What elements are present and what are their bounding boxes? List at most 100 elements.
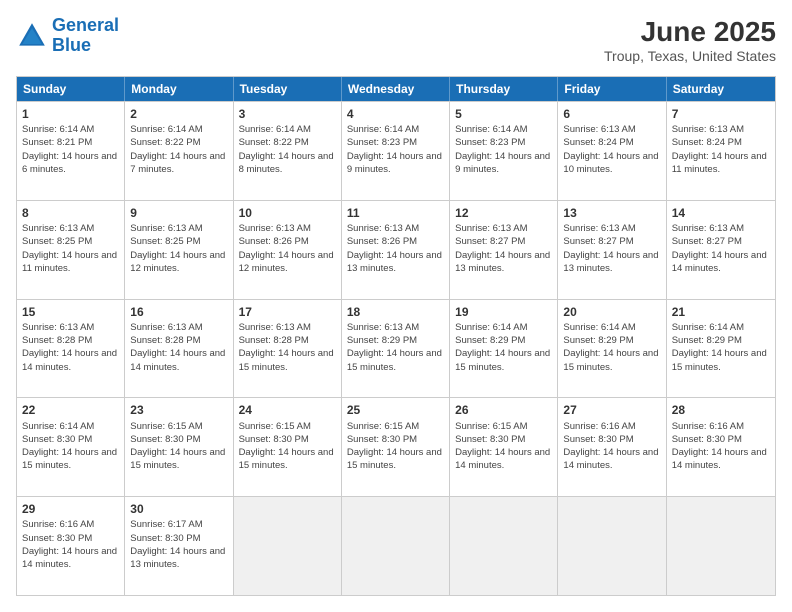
day-number: 25 xyxy=(347,402,444,418)
cal-cell: 27 Sunrise: 6:16 AMSunset: 8:30 PMDayligh… xyxy=(558,398,666,496)
day-number: 17 xyxy=(239,304,336,320)
day-number: 10 xyxy=(239,205,336,221)
day-info: Sunrise: 6:13 AMSunset: 8:24 PMDaylight:… xyxy=(672,123,770,176)
header-thursday: Thursday xyxy=(450,77,558,101)
day-info: Sunrise: 6:16 AMSunset: 8:30 PMDaylight:… xyxy=(563,420,660,473)
logo-icon xyxy=(16,20,48,52)
day-info: Sunrise: 6:13 AMSunset: 8:24 PMDaylight:… xyxy=(563,123,660,176)
day-info: Sunrise: 6:14 AMSunset: 8:21 PMDaylight:… xyxy=(22,123,119,176)
logo-line2: Blue xyxy=(52,35,91,55)
title-block: June 2025 Troup, Texas, United States xyxy=(604,16,776,64)
day-info: Sunrise: 6:15 AMSunset: 8:30 PMDaylight:… xyxy=(347,420,444,473)
day-info: Sunrise: 6:14 AMSunset: 8:23 PMDaylight:… xyxy=(347,123,444,176)
cal-cell: 5Sunrise: 6:14 AMSunset: 8:23 PMDaylight… xyxy=(450,102,558,200)
cal-cell: 6Sunrise: 6:13 AMSunset: 8:24 PMDaylight… xyxy=(558,102,666,200)
page: General Blue June 2025 Troup, Texas, Uni… xyxy=(0,0,792,612)
day-info: Sunrise: 6:15 AMSunset: 8:30 PMDaylight:… xyxy=(239,420,336,473)
day-number: 15 xyxy=(22,304,119,320)
day-number: 26 xyxy=(455,402,552,418)
cal-cell: 11Sunrise: 6:13 AMSunset: 8:26 PMDayligh… xyxy=(342,201,450,299)
day-number: 12 xyxy=(455,205,552,221)
day-number: 1 xyxy=(22,106,119,122)
day-number: 9 xyxy=(130,205,227,221)
day-info: Sunrise: 6:13 AMSunset: 8:27 PMDaylight:… xyxy=(672,222,770,275)
cal-cell: 8Sunrise: 6:13 AMSunset: 8:25 PMDaylight… xyxy=(17,201,125,299)
cal-cell: 29Sunrise: 6:16 AMSunset: 8:30 PMDayligh… xyxy=(17,497,125,595)
day-info: Sunrise: 6:13 AMSunset: 8:25 PMDaylight:… xyxy=(130,222,227,275)
cal-cell xyxy=(234,497,342,595)
day-info: Sunrise: 6:13 AMSunset: 8:28 PMDaylight:… xyxy=(239,321,336,374)
day-number: 16 xyxy=(130,304,227,320)
day-number: 28 xyxy=(672,402,770,418)
cal-cell xyxy=(558,497,666,595)
day-info: Sunrise: 6:15 AMSunset: 8:30 PMDaylight:… xyxy=(455,420,552,473)
cal-cell: 16Sunrise: 6:13 AMSunset: 8:28 PMDayligh… xyxy=(125,300,233,398)
cal-row-4: 22Sunrise: 6:14 AMSunset: 8:30 PMDayligh… xyxy=(17,397,775,496)
cal-cell: 20Sunrise: 6:14 AMSunset: 8:29 PMDayligh… xyxy=(558,300,666,398)
calendar-body: 1Sunrise: 6:14 AMSunset: 8:21 PMDaylight… xyxy=(17,101,775,595)
logo: General Blue xyxy=(16,16,119,56)
cal-row-2: 8Sunrise: 6:13 AMSunset: 8:25 PMDaylight… xyxy=(17,200,775,299)
day-info: Sunrise: 6:13 AMSunset: 8:28 PMDaylight:… xyxy=(130,321,227,374)
day-info: Sunrise: 6:13 AMSunset: 8:26 PMDaylight:… xyxy=(347,222,444,275)
day-number: 6 xyxy=(563,106,660,122)
day-info: Sunrise: 6:16 AMSunset: 8:30 PMDaylight:… xyxy=(22,518,119,571)
header-friday: Friday xyxy=(558,77,666,101)
cal-cell: 14Sunrise: 6:13 AMSunset: 8:27 PMDayligh… xyxy=(667,201,775,299)
day-info: Sunrise: 6:14 AMSunset: 8:22 PMDaylight:… xyxy=(130,123,227,176)
day-info: Sunrise: 6:14 AMSunset: 8:29 PMDaylight:… xyxy=(455,321,552,374)
logo-text: General Blue xyxy=(52,16,119,56)
cal-cell: 26 Sunrise: 6:15 AMSunset: 8:30 PMDayligh… xyxy=(450,398,558,496)
day-number: 22 xyxy=(22,402,119,418)
day-number: 20 xyxy=(563,304,660,320)
cal-row-1: 1Sunrise: 6:14 AMSunset: 8:21 PMDaylight… xyxy=(17,101,775,200)
day-number: 14 xyxy=(672,205,770,221)
cal-cell: 13Sunrise: 6:13 AMSunset: 8:27 PMDayligh… xyxy=(558,201,666,299)
day-info: Sunrise: 6:13 AMSunset: 8:28 PMDaylight:… xyxy=(22,321,119,374)
day-info: Sunrise: 6:13 AMSunset: 8:29 PMDaylight:… xyxy=(347,321,444,374)
cal-cell: 28 Sunrise: 6:16 AMSunset: 8:30 PMDayligh… xyxy=(667,398,775,496)
day-info: Sunrise: 6:17 AMSunset: 8:30 PMDaylight:… xyxy=(130,518,227,571)
cal-cell: 3Sunrise: 6:14 AMSunset: 8:22 PMDaylight… xyxy=(234,102,342,200)
day-number: 30 xyxy=(130,501,227,517)
cal-row-3: 15Sunrise: 6:13 AMSunset: 8:28 PMDayligh… xyxy=(17,299,775,398)
header-tuesday: Tuesday xyxy=(234,77,342,101)
cal-cell: 30Sunrise: 6:17 AMSunset: 8:30 PMDayligh… xyxy=(125,497,233,595)
cal-cell: 22Sunrise: 6:14 AMSunset: 8:30 PMDayligh… xyxy=(17,398,125,496)
cal-cell: 18Sunrise: 6:13 AMSunset: 8:29 PMDayligh… xyxy=(342,300,450,398)
month-year: June 2025 xyxy=(604,16,776,48)
day-info: Sunrise: 6:13 AMSunset: 8:25 PMDaylight:… xyxy=(22,222,119,275)
day-info: Sunrise: 6:16 AMSunset: 8:30 PMDaylight:… xyxy=(672,420,770,473)
cal-cell: 23Sunrise: 6:15 AMSunset: 8:30 PMDayligh… xyxy=(125,398,233,496)
day-info: Sunrise: 6:13 AMSunset: 8:26 PMDaylight:… xyxy=(239,222,336,275)
header-sunday: Sunday xyxy=(17,77,125,101)
day-number: 23 xyxy=(130,402,227,418)
calendar-header: Sunday Monday Tuesday Wednesday Thursday… xyxy=(17,77,775,101)
cal-cell: 4Sunrise: 6:14 AMSunset: 8:23 PMDaylight… xyxy=(342,102,450,200)
day-number: 2 xyxy=(130,106,227,122)
day-number: 7 xyxy=(672,106,770,122)
cal-row-5: 29Sunrise: 6:16 AMSunset: 8:30 PMDayligh… xyxy=(17,496,775,595)
day-info: Sunrise: 6:14 AMSunset: 8:29 PMDaylight:… xyxy=(563,321,660,374)
day-number: 27 xyxy=(563,402,660,418)
location: Troup, Texas, United States xyxy=(604,48,776,64)
day-number: 13 xyxy=(563,205,660,221)
day-info: Sunrise: 6:13 AMSunset: 8:27 PMDaylight:… xyxy=(563,222,660,275)
day-number: 24 xyxy=(239,402,336,418)
cal-cell: 15Sunrise: 6:13 AMSunset: 8:28 PMDayligh… xyxy=(17,300,125,398)
cal-cell: 10Sunrise: 6:13 AMSunset: 8:26 PMDayligh… xyxy=(234,201,342,299)
day-number: 29 xyxy=(22,501,119,517)
cal-cell: 17Sunrise: 6:13 AMSunset: 8:28 PMDayligh… xyxy=(234,300,342,398)
cal-cell: 9Sunrise: 6:13 AMSunset: 8:25 PMDaylight… xyxy=(125,201,233,299)
cal-cell xyxy=(342,497,450,595)
logo-line1: General xyxy=(52,15,119,35)
day-info: Sunrise: 6:14 AMSunset: 8:29 PMDaylight:… xyxy=(672,321,770,374)
day-info: Sunrise: 6:13 AMSunset: 8:27 PMDaylight:… xyxy=(455,222,552,275)
day-info: Sunrise: 6:14 AMSunset: 8:22 PMDaylight:… xyxy=(239,123,336,176)
header: General Blue June 2025 Troup, Texas, Uni… xyxy=(16,16,776,64)
day-number: 4 xyxy=(347,106,444,122)
cal-cell: 21Sunrise: 6:14 AMSunset: 8:29 PMDayligh… xyxy=(667,300,775,398)
cal-cell: 12Sunrise: 6:13 AMSunset: 8:27 PMDayligh… xyxy=(450,201,558,299)
day-number: 11 xyxy=(347,205,444,221)
cal-cell: 7Sunrise: 6:13 AMSunset: 8:24 PMDaylight… xyxy=(667,102,775,200)
